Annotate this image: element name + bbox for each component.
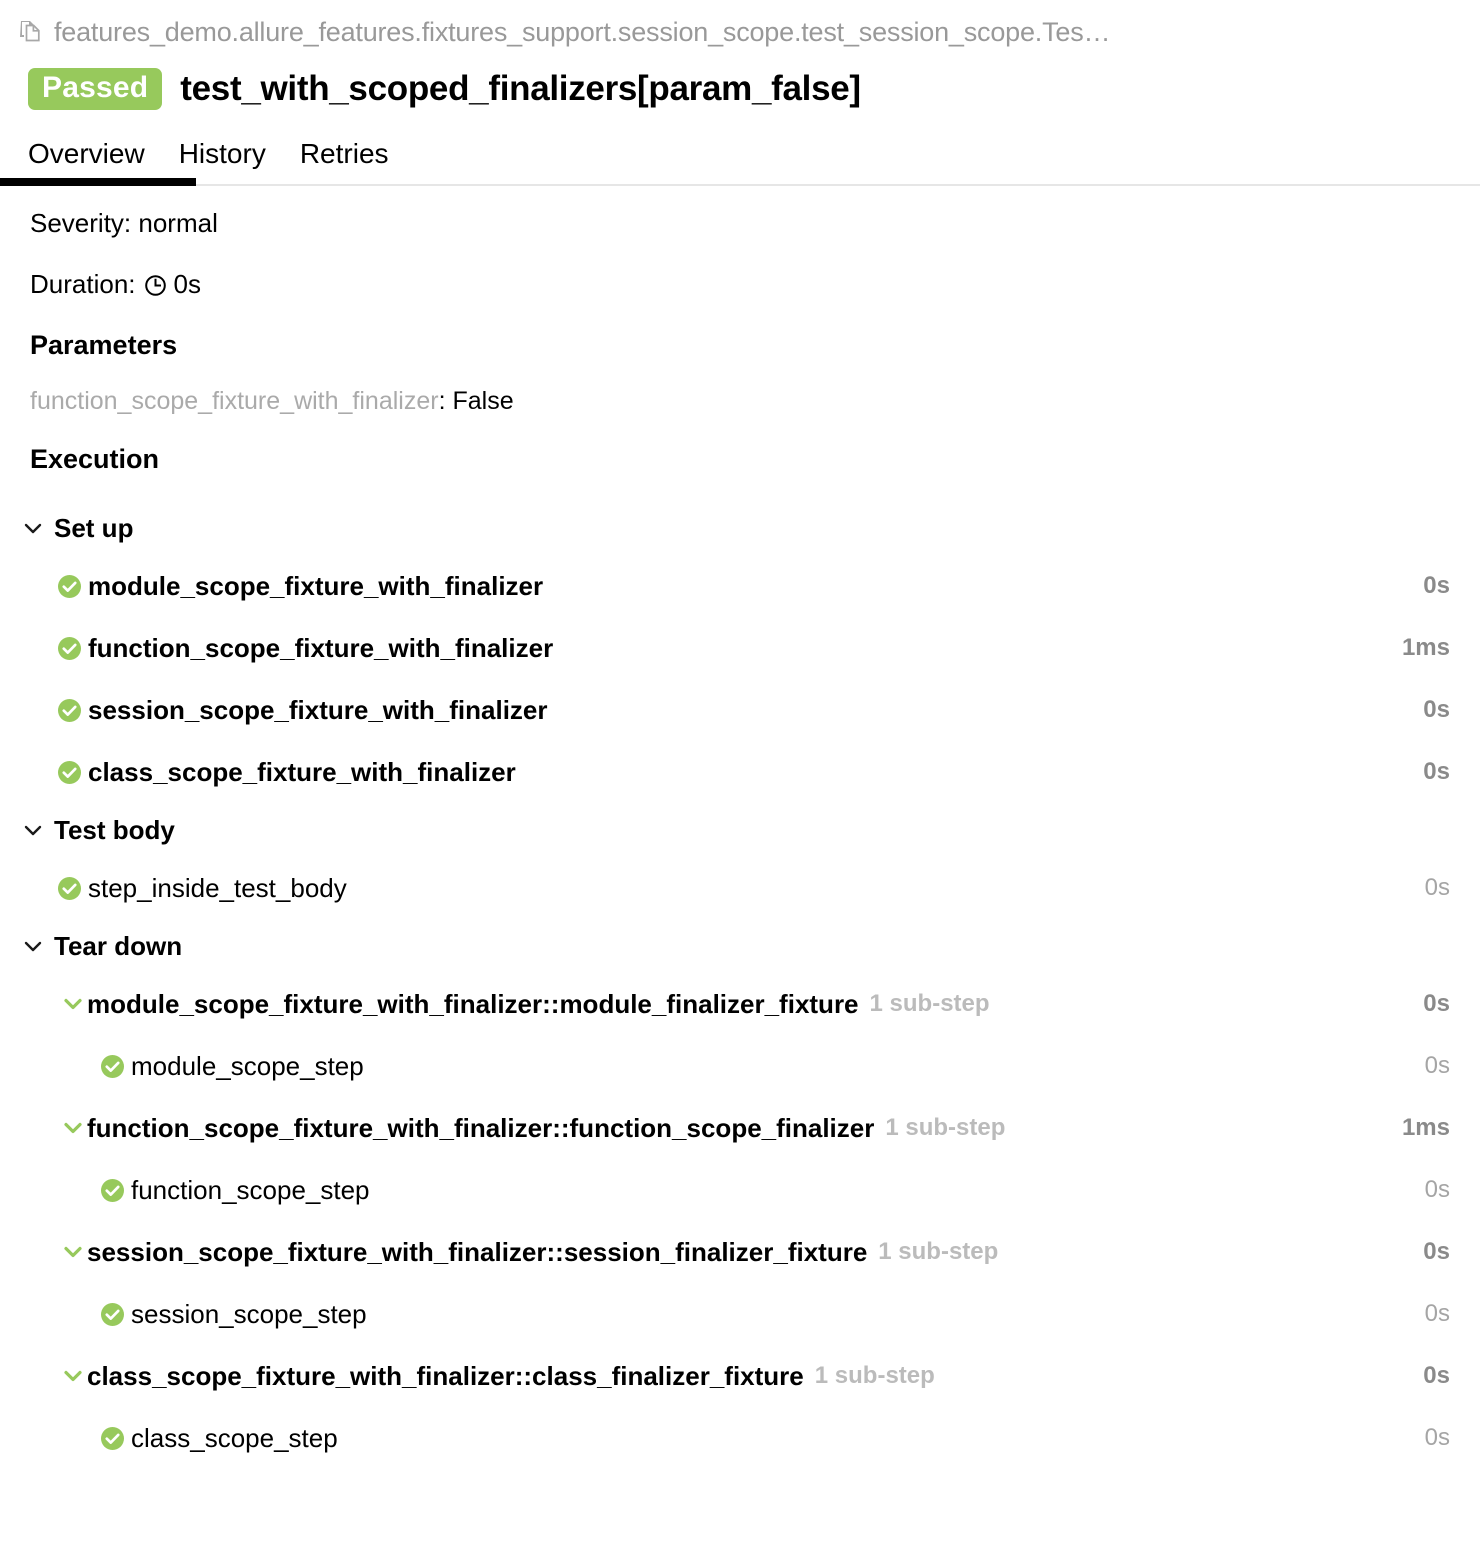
group-title: Set up (54, 512, 134, 543)
fixture-duration: 0s (1423, 1238, 1450, 1265)
chevron-down-icon (22, 517, 44, 539)
parameter-name: function_scope_fixture_with_finalizer (30, 387, 439, 415)
step-label: session_scope_step (131, 1298, 367, 1329)
step-duration: 0s (1424, 1300, 1450, 1327)
tab-history-label: History (178, 138, 266, 169)
fixture-duration: 0s (1423, 1362, 1450, 1389)
parameter-value: False (452, 387, 514, 415)
table-row[interactable]: function_scope_fixture_with_finalizer 1m… (0, 617, 1480, 679)
fixture-label: function_scope_fixture_with_finalizer::f… (87, 1112, 875, 1143)
table-row[interactable]: session_scope_fixture_with_finalizer::se… (0, 1221, 1480, 1283)
step-label: class_scope_fixture_with_finalizer (88, 756, 516, 787)
check-circle-icon (57, 574, 82, 599)
table-row[interactable]: module_scope_fixture_with_finalizer 0s (0, 555, 1480, 617)
severity-text: Severity: normal (30, 208, 218, 238)
fixture-label: session_scope_fixture_with_finalizer::se… (87, 1236, 868, 1267)
chevron-down-green-icon (62, 993, 84, 1015)
execution-group-test-body: Test body step_inside_test_body 0s (0, 803, 1480, 919)
group-header-tear-down[interactable]: Tear down (0, 919, 1480, 973)
tab-retries[interactable]: Retries (300, 138, 423, 184)
duration-line: Duration: 0s (30, 269, 1464, 300)
parameter-row: function_scope_fixture_with_finalizer: F… (30, 387, 1480, 416)
tab-overview-label: Overview (28, 138, 145, 169)
table-row[interactable]: class_scope_step 0s (0, 1407, 1480, 1469)
check-circle-icon (57, 636, 82, 661)
parameter-separator: : (438, 387, 453, 415)
step-duration: 0s (1423, 572, 1450, 599)
fixture-duration: 1ms (1401, 1114, 1450, 1141)
fixture-label: module_scope_fixture_with_finalizer::mod… (87, 988, 859, 1019)
table-row[interactable]: session_scope_fixture_with_finalizer 0s (0, 679, 1480, 741)
check-circle-icon (57, 698, 82, 723)
check-circle-icon (100, 1302, 125, 1327)
tab-bar: Overview History Retries (0, 120, 1480, 186)
page-title: test_with_scoped_finalizers[param_false] (180, 69, 861, 108)
execution-group-set-up: Set up module_scope_fixture_with_finaliz… (0, 501, 1480, 803)
check-circle-icon (57, 876, 82, 901)
execution-tree: Set up module_scope_fixture_with_finaliz… (0, 501, 1480, 1469)
table-row[interactable]: step_inside_test_body 0s (0, 857, 1480, 919)
table-row[interactable]: function_scope_fixture_with_finalizer::f… (0, 1097, 1480, 1159)
page-title-row: Passed test_with_scoped_finalizers[param… (0, 60, 1480, 120)
step-duration: 0s (1424, 874, 1450, 901)
documents-icon (18, 19, 44, 45)
check-circle-icon (100, 1426, 125, 1451)
table-row[interactable]: class_scope_fixture_with_finalizer::clas… (0, 1345, 1480, 1407)
active-tab-indicator (0, 178, 196, 186)
step-label: function_scope_fixture_with_finalizer (88, 632, 554, 663)
substep-count: 1 sub-step (814, 1362, 935, 1389)
group-title: Tear down (54, 930, 183, 961)
step-label: step_inside_test_body (88, 872, 347, 903)
check-circle-icon (100, 1054, 125, 1079)
chevron-down-icon (22, 819, 44, 841)
clock-icon (144, 274, 167, 297)
breadcrumb[interactable]: features_demo.allure_features.fixtures_s… (0, 0, 1480, 60)
step-label: function_scope_step (131, 1174, 370, 1205)
execution-heading: Execution (30, 444, 160, 474)
severity-line: Severity: normal (30, 208, 1464, 239)
group-header-test-body[interactable]: Test body (0, 803, 1480, 857)
substep-count: 1 sub-step (878, 1238, 999, 1265)
chevron-down-icon (22, 935, 44, 957)
step-duration: 0s (1424, 1052, 1450, 1079)
chevron-down-green-icon (62, 1241, 84, 1263)
duration-label: Duration: (30, 269, 136, 299)
substep-count: 1 sub-step (885, 1114, 1006, 1141)
table-row[interactable]: session_scope_step 0s (0, 1283, 1480, 1345)
step-duration: 0s (1423, 758, 1450, 785)
step-label: module_scope_step (131, 1050, 364, 1081)
test-meta: Severity: normal Duration: 0s (0, 186, 1480, 300)
step-duration: 0s (1424, 1424, 1450, 1451)
step-duration: 0s (1423, 696, 1450, 723)
status-badge: Passed (28, 68, 163, 110)
step-duration: 1ms (1401, 634, 1450, 661)
duration-value: 0s (173, 269, 201, 299)
tab-history[interactable]: History (179, 138, 300, 184)
table-row[interactable]: function_scope_step 0s (0, 1159, 1480, 1221)
group-title: Test body (54, 814, 175, 845)
breadcrumb-text[interactable]: features_demo.allure_features.fixtures_s… (54, 17, 1110, 48)
execution-group-tear-down: Tear down module_scope_fixture_with_fina… (0, 919, 1480, 1469)
check-circle-icon (100, 1178, 125, 1203)
table-row[interactable]: class_scope_fixture_with_finalizer 0s (0, 741, 1480, 803)
fixture-duration: 0s (1423, 990, 1450, 1017)
table-row[interactable]: module_scope_fixture_with_finalizer::mod… (0, 973, 1480, 1035)
table-row[interactable]: module_scope_step 0s (0, 1035, 1480, 1097)
chevron-down-green-icon (62, 1365, 84, 1387)
step-label: session_scope_fixture_with_finalizer (88, 694, 548, 725)
step-label: module_scope_fixture_with_finalizer (88, 570, 544, 601)
parameters-heading: Parameters (30, 330, 178, 360)
step-label: class_scope_step (131, 1422, 338, 1453)
tab-retries-label: Retries (299, 138, 389, 169)
group-header-set-up[interactable]: Set up (0, 501, 1480, 555)
step-duration: 0s (1424, 1176, 1450, 1203)
chevron-down-green-icon (62, 1117, 84, 1139)
check-circle-icon (57, 760, 82, 785)
fixture-label: class_scope_fixture_with_finalizer::clas… (87, 1360, 804, 1391)
substep-count: 1 sub-step (869, 990, 990, 1017)
